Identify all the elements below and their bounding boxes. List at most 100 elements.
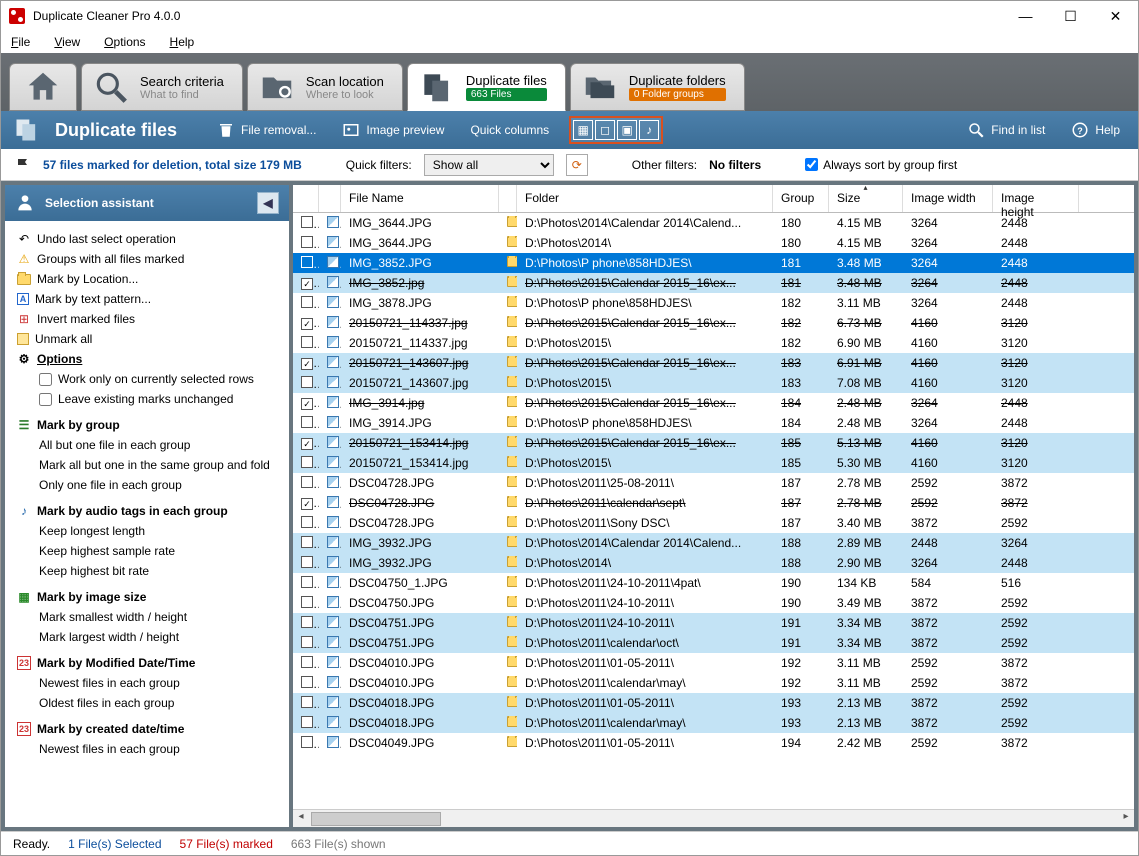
tab-scan-location[interactable]: Scan locationWhere to look — [247, 63, 403, 111]
minimize-button[interactable]: — — [1003, 1, 1048, 31]
qc-grid-icon[interactable]: ▦ — [573, 120, 593, 140]
th-image-width[interactable]: Image width — [903, 185, 993, 212]
tab-duplicate-folders[interactable]: Duplicate folders0 Folder groups — [570, 63, 745, 111]
table-row[interactable]: DSC04018.JPGD:\Photos\2011\01-05-2011\19… — [293, 693, 1134, 713]
sidebar-options[interactable]: ⚙Options — [11, 349, 283, 369]
table-row[interactable]: IMG_3878.JPGD:\Photos\P phone\858HDJES\1… — [293, 293, 1134, 313]
menu-file[interactable]: File — [11, 35, 30, 49]
row-checkbox[interactable] — [301, 556, 313, 568]
table-row[interactable]: IMG_3932.JPGD:\Photos\2014\Calendar 2014… — [293, 533, 1134, 553]
row-checkbox[interactable] — [301, 236, 313, 248]
table-row[interactable]: DSC04049.JPGD:\Photos\2011\01-05-2011\19… — [293, 733, 1134, 753]
row-checkbox[interactable] — [301, 676, 313, 688]
table-row[interactable]: DSC04750.JPGD:\Photos\2011\24-10-2011\19… — [293, 593, 1134, 613]
row-checkbox[interactable] — [301, 336, 313, 348]
row-checkbox[interactable] — [301, 476, 313, 488]
qc-image-icon[interactable]: ▣ — [617, 120, 637, 140]
table-row[interactable]: 20150721_114337.jpgD:\Photos\2015\1826.9… — [293, 333, 1134, 353]
row-checkbox[interactable] — [301, 376, 313, 388]
table-row[interactable]: DSC04010.JPGD:\Photos\2011\calendar\may\… — [293, 673, 1134, 693]
menu-help[interactable]: Help — [170, 35, 195, 49]
th-checkbox[interactable] — [293, 185, 319, 212]
table-row[interactable]: IMG_3914.JPGD:\Photos\P phone\858HDJES\1… — [293, 413, 1134, 433]
table-row[interactable]: DSC04751.JPGD:\Photos\2011\calendar\oct\… — [293, 633, 1134, 653]
row-checkbox[interactable] — [301, 536, 313, 548]
row-checkbox[interactable]: ✓ — [301, 398, 313, 410]
row-checkbox[interactable] — [301, 256, 313, 268]
row-checkbox[interactable] — [301, 216, 313, 228]
th-image-height[interactable]: Image height — [993, 185, 1079, 212]
quick-filter-select[interactable]: Show all — [424, 154, 554, 176]
table-row[interactable]: ✓IMG_3852.jpgD:\Photos\2015\Calendar 201… — [293, 273, 1134, 293]
always-sort-checkbox[interactable]: Always sort by group first — [805, 158, 957, 172]
tab-duplicate-files[interactable]: Duplicate files663 Files — [407, 63, 566, 111]
row-checkbox[interactable] — [301, 736, 313, 748]
file-removal-button[interactable]: File removal... — [211, 118, 322, 142]
row-checkbox[interactable]: ✓ — [301, 498, 313, 510]
sidebar-by-image[interactable]: ▦Mark by image size — [11, 587, 283, 607]
row-checkbox[interactable] — [301, 636, 313, 648]
row-checkbox[interactable] — [301, 576, 313, 588]
table-row[interactable]: ✓20150721_153414.jpgD:\Photos\2015\Calen… — [293, 433, 1134, 453]
table-row[interactable]: 20150721_143607.jpgD:\Photos\2015\1837.0… — [293, 373, 1134, 393]
sidebar-bi2[interactable]: Mark largest width / height — [33, 627, 283, 647]
th-group[interactable]: Group — [773, 185, 829, 212]
qc-music-icon[interactable]: ♪ — [639, 120, 659, 140]
row-checkbox[interactable] — [301, 456, 313, 468]
sidebar-by-modified[interactable]: 23Mark by Modified Date/Time — [11, 653, 283, 673]
table-row[interactable]: IMG_3932.JPGD:\Photos\2014\1882.90 MB326… — [293, 553, 1134, 573]
table-row[interactable]: DSC04751.JPGD:\Photos\2011\24-10-2011\19… — [293, 613, 1134, 633]
th-icon[interactable] — [319, 185, 341, 212]
sidebar-body[interactable]: ↶Undo last select operation ⚠Groups with… — [5, 221, 289, 827]
row-checkbox[interactable] — [301, 516, 313, 528]
sidebar-opt-selected-rows[interactable]: Work only on currently selected rows — [33, 369, 283, 389]
menu-view[interactable]: View — [54, 35, 80, 49]
tab-home[interactable] — [9, 63, 77, 111]
table-row[interactable]: 20150721_153414.jpgD:\Photos\2015\1855.3… — [293, 453, 1134, 473]
sidebar-by-text[interactable]: AMark by text pattern... — [11, 289, 283, 309]
table-row[interactable]: DSC04750_1.JPGD:\Photos\2011\24-10-2011\… — [293, 573, 1134, 593]
row-checkbox[interactable]: ✓ — [301, 318, 313, 330]
sidebar-undo[interactable]: ↶Undo last select operation — [11, 229, 283, 249]
close-button[interactable]: ✕ — [1093, 1, 1138, 31]
tab-search-criteria[interactable]: Search criteriaWhat to find — [81, 63, 243, 111]
row-checkbox[interactable] — [301, 656, 313, 668]
row-checkbox[interactable]: ✓ — [301, 278, 313, 290]
table-row[interactable]: ✓20150721_114337.jpgD:\Photos\2015\Calen… — [293, 313, 1134, 333]
refresh-button[interactable]: ⟳ — [566, 154, 588, 176]
row-checkbox[interactable] — [301, 596, 313, 608]
row-checkbox[interactable]: ✓ — [301, 438, 313, 450]
horizontal-scrollbar[interactable] — [293, 809, 1134, 827]
table-row[interactable]: ✓20150721_143607.jpgD:\Photos\2015\Calen… — [293, 353, 1134, 373]
sidebar-by-created[interactable]: 23Mark by created date/time — [11, 719, 283, 739]
table-row[interactable]: DSC04018.JPGD:\Photos\2011\calendar\may\… — [293, 713, 1134, 733]
sidebar-by-audio[interactable]: ♪Mark by audio tags in each group — [11, 501, 283, 521]
image-preview-button[interactable]: Image preview — [336, 118, 450, 142]
sidebar-bm1[interactable]: Newest files in each group — [33, 673, 283, 693]
maximize-button[interactable]: ☐ — [1048, 1, 1093, 31]
table-body[interactable]: IMG_3644.JPGD:\Photos\2014\Calendar 2014… — [293, 213, 1134, 809]
row-checkbox[interactable] — [301, 296, 313, 308]
menu-options[interactable]: Options — [104, 35, 145, 49]
qc-window-icon[interactable]: ◻ — [595, 120, 615, 140]
table-row[interactable]: IMG_3852.JPGD:\Photos\P phone\858HDJES\1… — [293, 253, 1134, 273]
row-checkbox[interactable] — [301, 696, 313, 708]
row-checkbox[interactable] — [301, 616, 313, 628]
table-row[interactable]: ✓DSC04728.JPGD:\Photos\2011\calendar\sep… — [293, 493, 1134, 513]
sidebar-bg1[interactable]: All but one file in each group — [33, 435, 283, 455]
th-folder[interactable]: Folder — [517, 185, 773, 212]
sidebar-bg2[interactable]: Mark all but one in the same group and f… — [33, 455, 283, 475]
help-button[interactable]: ?Help — [1065, 118, 1126, 142]
row-checkbox[interactable] — [301, 416, 313, 428]
sidebar-bm2[interactable]: Oldest files in each group — [33, 693, 283, 713]
th-size[interactable]: Size — [829, 185, 903, 212]
table-row[interactable]: DSC04728.JPGD:\Photos\2011\Sony DSC\1873… — [293, 513, 1134, 533]
collapse-button[interactable]: ◀ — [257, 192, 279, 214]
table-row[interactable]: IMG_3644.JPGD:\Photos\2014\1804.15 MB326… — [293, 233, 1134, 253]
sidebar-invert[interactable]: ⊞Invert marked files — [11, 309, 283, 329]
sidebar-by-location[interactable]: Mark by Location... — [11, 269, 283, 289]
sidebar-groups-marked[interactable]: ⚠Groups with all files marked — [11, 249, 283, 269]
sidebar-ba3[interactable]: Keep highest bit rate — [33, 561, 283, 581]
sidebar-bg3[interactable]: Only one file in each group — [33, 475, 283, 495]
sidebar-by-group[interactable]: ☰Mark by group — [11, 415, 283, 435]
